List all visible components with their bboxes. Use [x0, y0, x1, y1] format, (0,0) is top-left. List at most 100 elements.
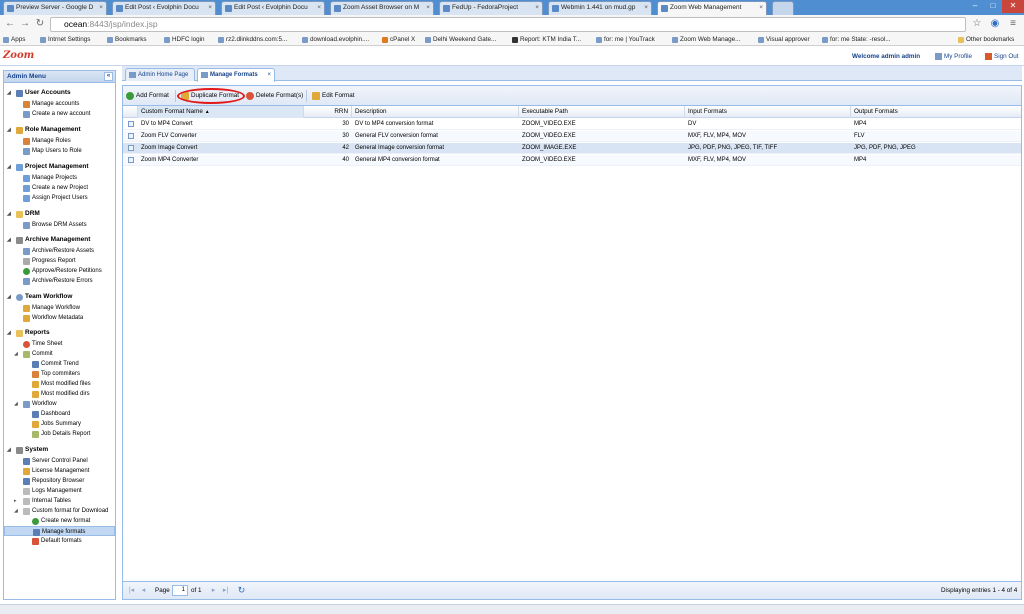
menu-item-assign-project-users[interactable]: Assign Project Users: [23, 193, 115, 203]
bookmark-item[interactable]: cPanel X: [382, 34, 415, 46]
bookmark-item[interactable]: Intrnet Settings: [40, 34, 90, 46]
bookmark-apps[interactable]: Apps: [3, 34, 25, 46]
menu-item-progress-report[interactable]: Progress Report: [23, 256, 115, 266]
extension-icon[interactable]: ◉: [988, 17, 1002, 31]
menu-item-logs-management[interactable]: Logs Management: [23, 486, 115, 496]
menu-item-manage-accounts[interactable]: Manage accounts: [23, 99, 115, 109]
browser-tab[interactable]: Zoom Asset Browser on M ×: [330, 1, 434, 15]
menu-item-time-sheet[interactable]: Time Sheet: [23, 339, 115, 349]
table-row[interactable]: Zoom FLV Converter 30 General FLV conver…: [123, 131, 1021, 142]
collapse-button[interactable]: «: [104, 72, 113, 81]
browser-tab[interactable]: Edit Post ‹ Evolphin Docu ×: [221, 1, 325, 15]
browser-tab[interactable]: Webmin 1.441 on mud.gp ×: [548, 1, 652, 15]
next-page-icon[interactable]: ▸: [209, 586, 218, 595]
expand-toggle-icon[interactable]: ◢: [7, 125, 11, 135]
menu-item-most-modified-dirs[interactable]: Most modified dirs: [32, 389, 115, 399]
close-tab-icon[interactable]: ×: [267, 69, 271, 81]
menu-item-default-formats[interactable]: Default formats: [32, 536, 115, 546]
menu-item-internal-tables[interactable]: ▸ Internal Tables: [14, 496, 115, 506]
browser-tab[interactable]: Edit Post ‹ Evolphin Docu ×: [112, 1, 216, 15]
first-page-icon[interactable]: |◂: [127, 586, 136, 595]
close-icon[interactable]: ×: [644, 2, 648, 14]
menu-item-create-project[interactable]: Create a new Project: [23, 183, 115, 193]
bookmark-item[interactable]: Report: KTM India T...: [512, 34, 581, 46]
expand-row-icon[interactable]: [128, 145, 134, 151]
tab-admin-home[interactable]: Admin Home Page: [125, 68, 195, 81]
menu-item-manage-roles[interactable]: Manage Roles: [23, 136, 115, 146]
close-icon[interactable]: ×: [99, 2, 103, 14]
menu-item-commit-trend[interactable]: Commit Trend: [32, 359, 115, 369]
menu-item-repository-browser[interactable]: Repository Browser: [23, 476, 115, 486]
expand-toggle-icon[interactable]: ◢: [7, 162, 11, 172]
browser-tab[interactable]: FedUp - FedoraProject ×: [439, 1, 543, 15]
menu-item-manage-formats[interactable]: Manage formats: [4, 526, 115, 536]
add-format-button[interactable]: Add Format: [126, 89, 169, 103]
menu-item-commit[interactable]: ◢ Commit: [14, 349, 115, 359]
menu-item-dashboard[interactable]: Dashboard: [32, 409, 115, 419]
column-header-description[interactable]: Description: [352, 106, 519, 118]
column-header-output-formats[interactable]: Output Formats: [851, 106, 1021, 118]
expand-toggle-icon[interactable]: ◢: [7, 88, 11, 98]
menu-item-top-commiters[interactable]: Top commiters: [32, 369, 115, 379]
close-icon[interactable]: ×: [317, 2, 321, 14]
table-row[interactable]: Zoom MP4 Converter 40 General MP4 conver…: [123, 155, 1021, 166]
close-icon[interactable]: ×: [426, 2, 430, 14]
menu-item-jobs-summary[interactable]: Jobs Summary: [32, 419, 115, 429]
expand-row-icon[interactable]: [128, 157, 134, 163]
menu-item-custom-format[interactable]: ◢ Custom format for Download: [14, 506, 115, 516]
table-row[interactable]: Zoom Image Convert 42 General Image conv…: [123, 143, 1021, 154]
column-header-name[interactable]: Custom Format Name ▲: [138, 106, 304, 118]
close-icon[interactable]: ×: [759, 2, 763, 14]
expand-toggle-icon[interactable]: ◢: [7, 209, 11, 219]
last-page-icon[interactable]: ▸|: [221, 586, 230, 595]
menu-item-manage-workflow[interactable]: Manage Workflow: [23, 303, 115, 313]
window-close-icon[interactable]: ✕: [1002, 0, 1024, 13]
bookmark-item[interactable]: HDFC login: [164, 34, 205, 46]
bookmark-item[interactable]: Delhi Weekend Gate...: [425, 34, 496, 46]
menu-item-create-new-format[interactable]: Create new format: [32, 516, 115, 526]
close-icon[interactable]: ×: [535, 2, 539, 14]
bookmark-item[interactable]: Bookmarks: [107, 34, 147, 46]
column-header-rrn[interactable]: RRN: [304, 106, 352, 118]
tab-manage-formats[interactable]: Manage Formats ×: [197, 68, 275, 82]
column-header-executable-path[interactable]: Executable Path: [519, 106, 685, 118]
expand-row-icon[interactable]: [128, 121, 134, 127]
browser-tab-active[interactable]: Zoom Web Management ×: [657, 1, 767, 15]
menu-item-create-account[interactable]: Create a new account: [23, 109, 115, 119]
my-profile-link[interactable]: My Profile: [935, 53, 972, 60]
menu-item-workflow-metadata[interactable]: Workflow Metadata: [23, 313, 115, 323]
expand-toggle-icon[interactable]: ◢: [14, 506, 18, 516]
menu-item-workflow-reports[interactable]: ◢ Workflow: [14, 399, 115, 409]
menu-item-server-control-panel[interactable]: Server Control Panel: [23, 456, 115, 466]
table-row[interactable]: DV to MP4 Convert 30 DV to MP4 conversio…: [123, 119, 1021, 130]
edit-format-button[interactable]: Edit Format: [312, 89, 355, 103]
page-number-input[interactable]: 1: [172, 585, 188, 596]
expand-toggle-icon[interactable]: ▸: [14, 496, 17, 506]
expand-toggle-icon[interactable]: ◢: [7, 292, 11, 302]
minimize-icon[interactable]: –: [966, 0, 984, 13]
star-icon[interactable]: ☆: [970, 17, 984, 31]
menu-item-archive-errors[interactable]: Archive/Restore Errors: [23, 276, 115, 286]
menu-item-approve-petitions[interactable]: Approve/Restore Petitions: [23, 266, 115, 276]
bookmark-item[interactable]: rz2.dlinkddns.com:5...: [218, 34, 287, 46]
forward-icon[interactable]: →: [18, 17, 32, 31]
bookmark-item[interactable]: download.evolphin....: [302, 34, 369, 46]
menu-item-most-modified-files[interactable]: Most modified files: [32, 379, 115, 389]
browser-tab[interactable]: Preview Server - Google D ×: [3, 1, 107, 15]
menu-item-browse-drm[interactable]: Browse DRM Assets: [23, 220, 115, 230]
other-bookmarks[interactable]: Other bookmarks: [958, 34, 1014, 46]
prev-page-icon[interactable]: ◂: [139, 586, 148, 595]
menu-item-archive-restore[interactable]: Archive/Restore Assets: [23, 246, 115, 256]
reload-icon[interactable]: ↻: [33, 17, 47, 31]
bookmark-item[interactable]: for: me | YouTrack: [596, 34, 655, 46]
menu-item-manage-projects[interactable]: Manage Projects: [23, 173, 115, 183]
new-tab-button[interactable]: [772, 1, 794, 15]
expand-toggle-icon[interactable]: ◢: [7, 445, 11, 455]
refresh-icon[interactable]: ↻: [237, 586, 246, 595]
close-icon[interactable]: ×: [208, 2, 212, 14]
menu-icon[interactable]: ≡: [1006, 17, 1020, 31]
expand-row-icon[interactable]: [128, 133, 134, 139]
expand-toggle-icon[interactable]: ◢: [7, 328, 11, 338]
url-input[interactable]: ocean:8443/jsp/index.jsp: [50, 17, 966, 32]
expand-toggle-icon[interactable]: ◢: [7, 235, 11, 245]
